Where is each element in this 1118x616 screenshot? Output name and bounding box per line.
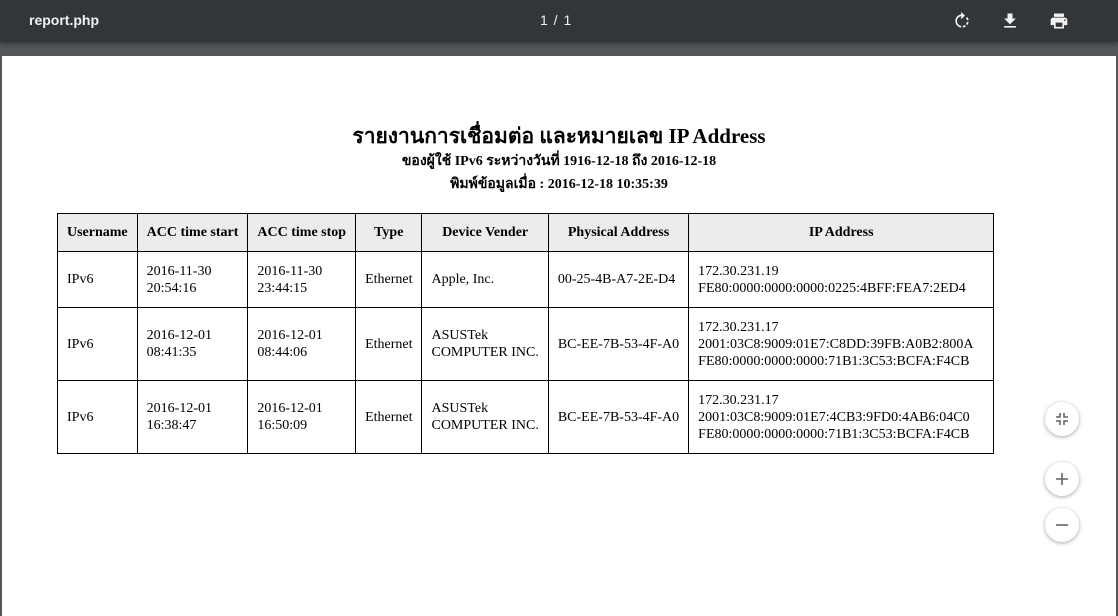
- cell-acc-start: 2016-12-01 08:41:35: [136, 307, 249, 381]
- cell-vendor: Apple, Inc.: [421, 251, 549, 308]
- table-row: IPv6 2016-12-01 16:38:47 2016-12-01 16:5…: [57, 380, 995, 454]
- header-physical-address: Physical Address: [547, 213, 690, 252]
- cell-acc-stop: 2016-11-30 23:44:15: [247, 251, 357, 308]
- fit-to-page-button[interactable]: [1045, 402, 1079, 436]
- cell-acc-stop: 2016-12-01 16:50:09: [247, 380, 357, 454]
- stop-date: 2016-12-01: [257, 401, 323, 416]
- report-subtitle: ของผู้ใช้ IPv6 ระหว่างวันที่ 1916-12-18 …: [401, 154, 717, 169]
- header-acc-time-start: ACC time start: [136, 213, 249, 252]
- print-button[interactable]: [1047, 9, 1071, 33]
- pdf-toolbar: report.php 1 / 1: [0, 0, 1118, 42]
- cell-vendor: ASUSTek COMPUTER INC.: [421, 380, 549, 454]
- header-acc-time-stop: ACC time stop: [247, 213, 357, 252]
- report-title: รายงานการเชื่อมต่อ และหมายเลข IP Address: [352, 124, 766, 148]
- connection-table: Username ACC time start ACC time stop Ty…: [57, 213, 995, 454]
- cell-acc-start: 2016-12-01 16:38:47: [136, 380, 249, 454]
- cell-acc-start: 2016-11-30 20:54:16: [136, 251, 249, 308]
- zoom-in-button[interactable]: [1045, 462, 1079, 496]
- ip-line: 172.30.231.19: [698, 263, 779, 279]
- ip-line: 2001:03C8:9009:01E7:4CB3:9FD0:4AB6:04C0: [698, 409, 970, 425]
- cell-type: Ethernet: [355, 251, 423, 308]
- table-row: IPv6 2016-11-30 20:54:16 2016-11-30 23:4…: [57, 251, 995, 308]
- ip-line: 172.30.231.17: [698, 392, 779, 408]
- cell-type: Ethernet: [355, 380, 423, 454]
- cell-mac: 00-25-4B-A7-2E-D4: [547, 251, 690, 308]
- pdf-page: รายงานการเชื่อมต่อ และหมายเลข IP Address…: [2, 56, 1116, 616]
- cell-mac: BC-EE-7B-53-4F-A0: [547, 307, 690, 381]
- cell-username: IPv6: [57, 307, 138, 381]
- start-date: 2016-12-01: [146, 401, 212, 416]
- ip-line: 2001:03C8:9009:01E7:C8DD:39FB:A0B2:800A: [698, 336, 974, 352]
- stop-time: 23:44:15: [257, 280, 308, 296]
- vendor-line: Apple, Inc.: [431, 272, 495, 287]
- rotate-button[interactable]: [950, 9, 974, 33]
- vendor-line: ASUSTek: [431, 401, 489, 416]
- cell-ip: 172.30.231.17 2001:03C8:9009:01E7:C8DD:3…: [688, 307, 995, 381]
- start-time: 08:41:35: [146, 345, 197, 360]
- fit-to-page-icon: [1056, 413, 1068, 425]
- report-printed-at: พิมพ์ข้อมูลเมื่อ : 2016-12-18 10:35:39: [450, 177, 668, 192]
- stop-time: 08:44:06: [257, 345, 308, 360]
- zoom-out-button[interactable]: [1045, 508, 1079, 542]
- cell-mac: BC-EE-7B-53-4F-A0: [547, 380, 690, 454]
- vendor-line: ASUSTek: [431, 328, 489, 343]
- cell-ip: 172.30.231.17 2001:03C8:9009:01E7:4CB3:9…: [688, 380, 995, 454]
- header-username: Username: [57, 213, 138, 252]
- ip-line: FE80:0000:0000:0000:71B1:3C53:BCFA:F4CB: [698, 353, 970, 369]
- cell-acc-stop: 2016-12-01 08:44:06: [247, 307, 357, 381]
- cell-username: IPv6: [57, 380, 138, 454]
- page-indicator: 1 / 1: [540, 12, 573, 28]
- pdf-viewer[interactable]: รายงานการเชื่อมต่อ และหมายเลข IP Address…: [0, 42, 1118, 616]
- download-button[interactable]: [998, 9, 1022, 33]
- start-date: 2016-12-01: [146, 328, 212, 343]
- download-icon: [1004, 13, 1016, 28]
- header-ip-address: IP Address: [688, 213, 995, 252]
- ip-line: 172.30.231.17: [698, 319, 779, 335]
- cell-vendor: ASUSTek COMPUTER INC.: [421, 307, 549, 381]
- print-icon: [1050, 13, 1068, 29]
- stop-time: 16:50:09: [257, 418, 308, 433]
- plus-icon: [1056, 473, 1068, 485]
- cell-ip: 172.30.231.19 FE80:0000:0000:0000:0225:4…: [688, 251, 995, 308]
- header-type: Type: [355, 213, 423, 252]
- cell-type: Ethernet: [355, 307, 423, 381]
- rotate-icon: [955, 11, 969, 28]
- header-device-vender: Device Vender: [421, 213, 549, 252]
- cell-username: IPv6: [57, 251, 138, 308]
- start-date: 2016-11-30: [146, 263, 212, 279]
- table-row: IPv6 2016-12-01 08:41:35 2016-12-01 08:4…: [57, 307, 995, 381]
- start-time: 20:54:16: [146, 280, 197, 296]
- stop-date: 2016-11-30: [257, 263, 323, 279]
- ip-line: FE80:0000:0000:0000:0225:4BFF:FEA7:2ED4: [698, 280, 966, 296]
- ip-line: FE80:0000:0000:0000:71B1:3C53:BCFA:F4CB: [698, 426, 970, 442]
- vendor-line: COMPUTER INC.: [431, 345, 539, 360]
- document-title: report.php: [29, 12, 99, 28]
- table-header-row: Username ACC time start ACC time stop Ty…: [57, 213, 995, 252]
- start-time: 16:38:47: [146, 418, 197, 433]
- vendor-line: COMPUTER INC.: [431, 418, 539, 433]
- stop-date: 2016-12-01: [257, 328, 323, 343]
- minus-icon: [1056, 524, 1068, 526]
